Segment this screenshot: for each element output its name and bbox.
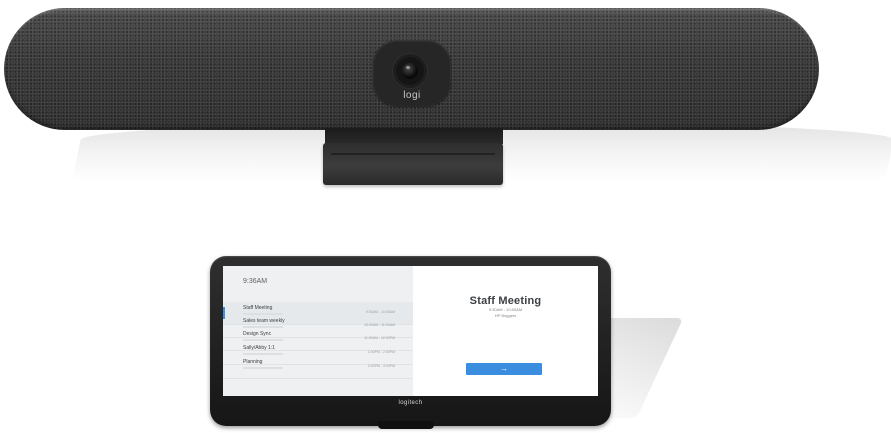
camera-stand-seam	[331, 153, 495, 155]
meeting-row-planning[interactable]: Planning 2:00PM - 3:00PM	[223, 356, 413, 379]
meeting-name: Staff Meeting	[243, 305, 273, 311]
camera-stand-base	[323, 143, 503, 185]
tablet-logo: logitech	[398, 400, 423, 406]
tablet-screen: 9:36AM Staff Meeting 9:30AM - 10:00AM Sa…	[223, 266, 598, 396]
lens-glint	[406, 66, 410, 69]
meeting-name: Sally/Abby 1:1	[243, 345, 275, 351]
meeting-time: 2:00PM - 3:00PM	[367, 364, 395, 368]
arrow-right-icon: →	[500, 364, 508, 373]
join-button[interactable]: →	[466, 363, 542, 375]
meeting-time: 9:30AM - 10:00AM	[365, 310, 395, 314]
meeting-subline	[243, 339, 283, 341]
meeting-detail-pane: Staff Meeting 9:30AM - 10:00AM HP Bogger…	[413, 266, 598, 396]
tablet-foot	[378, 421, 434, 429]
meeting-time: 11:00AM - 12:00PM	[364, 336, 395, 340]
meeting-room: HP Boggers	[494, 313, 517, 318]
meeting-time: 10:00AM - 11:00AM	[364, 323, 395, 327]
meeting-subline	[243, 367, 283, 369]
meeting-name: Design Sync	[243, 331, 272, 337]
meeting-list-pane: 9:36AM Staff Meeting 9:30AM - 10:00AM Sa…	[223, 266, 413, 396]
meeting-name: Planning	[243, 359, 263, 365]
camera-stand-neck	[325, 128, 503, 144]
clock: 9:36AM	[243, 278, 268, 285]
camera-logo: logi	[403, 90, 421, 101]
meeting-name: Sales team weekly	[243, 318, 285, 324]
meeting-time-range: 9:30AM - 10:00AM	[488, 307, 523, 312]
camera-lens-core	[402, 63, 418, 79]
meeting-title: Staff Meeting	[469, 295, 542, 307]
meeting-subline	[243, 353, 283, 355]
camera-bar-highlight	[40, 8, 780, 14]
meeting-time: 1:00PM - 2:00PM	[367, 350, 395, 354]
